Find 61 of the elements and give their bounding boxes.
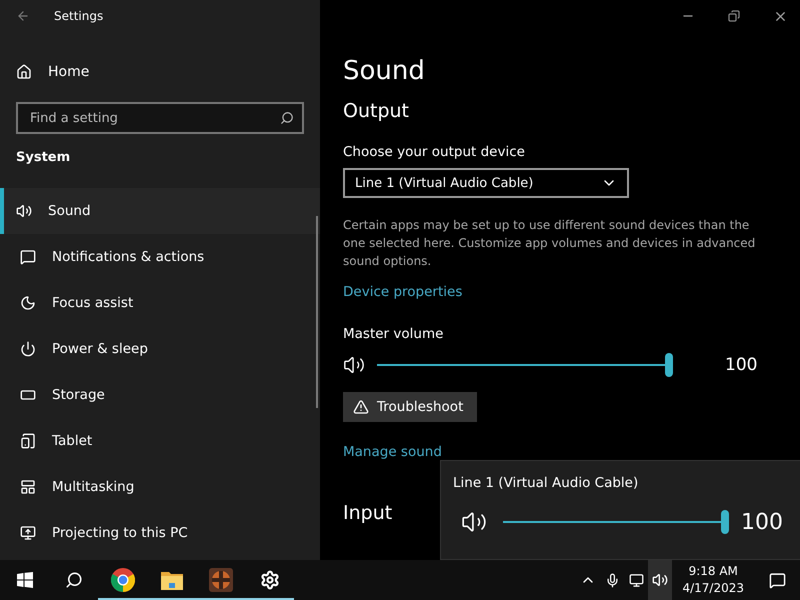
windows-logo-icon (16, 572, 32, 588)
home-label: Home (48, 64, 90, 80)
speaker-icon (16, 203, 32, 219)
sidebar-item[interactable]: Sound (0, 188, 320, 234)
search-field[interactable]: Find a setting (16, 102, 304, 134)
speech-bubble-icon (768, 572, 786, 588)
sidebar-item-label: Focus assist (52, 295, 134, 311)
sidebar-item-label: Notifications & actions (52, 249, 204, 265)
sidebar-item-label: Sound (48, 203, 91, 219)
sidebar-item-label: Multitasking (52, 479, 134, 495)
sidebar-item-label: Power & sleep (52, 341, 148, 357)
speech-bubble-icon (20, 249, 36, 265)
search-input[interactable]: Find a setting (28, 110, 280, 126)
gear-icon (260, 570, 280, 590)
device-properties-link[interactable]: Device properties (343, 284, 800, 300)
slider-thumb[interactable] (665, 353, 673, 377)
field-label: Master volume (343, 326, 444, 342)
browser-logo-icon (110, 568, 134, 592)
section-heading: Input (343, 502, 392, 524)
speaker-icon (652, 572, 668, 588)
manage-sound-link[interactable]: Manage sound (343, 444, 800, 460)
page-title: Sound (343, 56, 425, 86)
warning-icon (353, 399, 369, 415)
home-nav-item[interactable]: Home (0, 48, 320, 96)
description-text: Certain apps may be set up to use different sound devices than the one selected here. Customize app volumes and devices in advanced sound options. (343, 217, 756, 270)
monitor-icon (628, 572, 644, 588)
flyout-device-name: Line 1 (Virtual Audio Cable) (453, 475, 640, 491)
troubleshoot-button[interactable]: Troubleshoot (343, 392, 477, 422)
sidebar-item[interactable]: Projecting to this PC (0, 510, 320, 556)
moon-icon (20, 295, 36, 311)
sidebar-item[interactable]: Power & sleep (0, 326, 320, 372)
sidebar-item[interactable]: Tablet (0, 418, 320, 464)
windows-layout-icon (20, 479, 36, 495)
speaker-icon (343, 354, 365, 376)
search-icon (64, 571, 82, 589)
section-heading: System (15, 149, 72, 167)
game-logo-icon (208, 568, 232, 592)
volume-reading: 100 (741, 510, 783, 534)
sidebar-item-label: Storage (52, 387, 105, 403)
volume-tray-button[interactable] (648, 560, 672, 600)
monitor-icon (20, 525, 36, 541)
device-dropdown[interactable]: Line 1 (Virtual Audio Cable) (343, 168, 629, 198)
search-icon (280, 111, 294, 125)
folder-icon (160, 570, 182, 590)
sidebar-item[interactable]: Notifications & actions (0, 234, 320, 280)
sidebar-item-label: Tablet (52, 433, 92, 449)
sidebar-item[interactable]: Focus assist (0, 280, 320, 326)
microphone-icon (604, 572, 620, 588)
sidebar-item[interactable]: Multitasking (0, 464, 320, 510)
power-icon (20, 341, 36, 357)
slider-thumb[interactable] (721, 510, 729, 534)
volume-reading: 100 (725, 355, 758, 375)
home-icon (16, 64, 32, 80)
section-heading: Output (343, 100, 409, 122)
sidebar-item-label: Projecting to this PC (52, 525, 188, 541)
sidebar-item[interactable]: Storage (0, 372, 320, 418)
field-label: Choose your output device (343, 144, 526, 160)
restore-icon (728, 10, 740, 22)
clock[interactable]: 9:18 AM 4/17/2023 (672, 563, 754, 597)
tablet-icon (20, 433, 36, 449)
window-title: Settings (54, 9, 104, 23)
